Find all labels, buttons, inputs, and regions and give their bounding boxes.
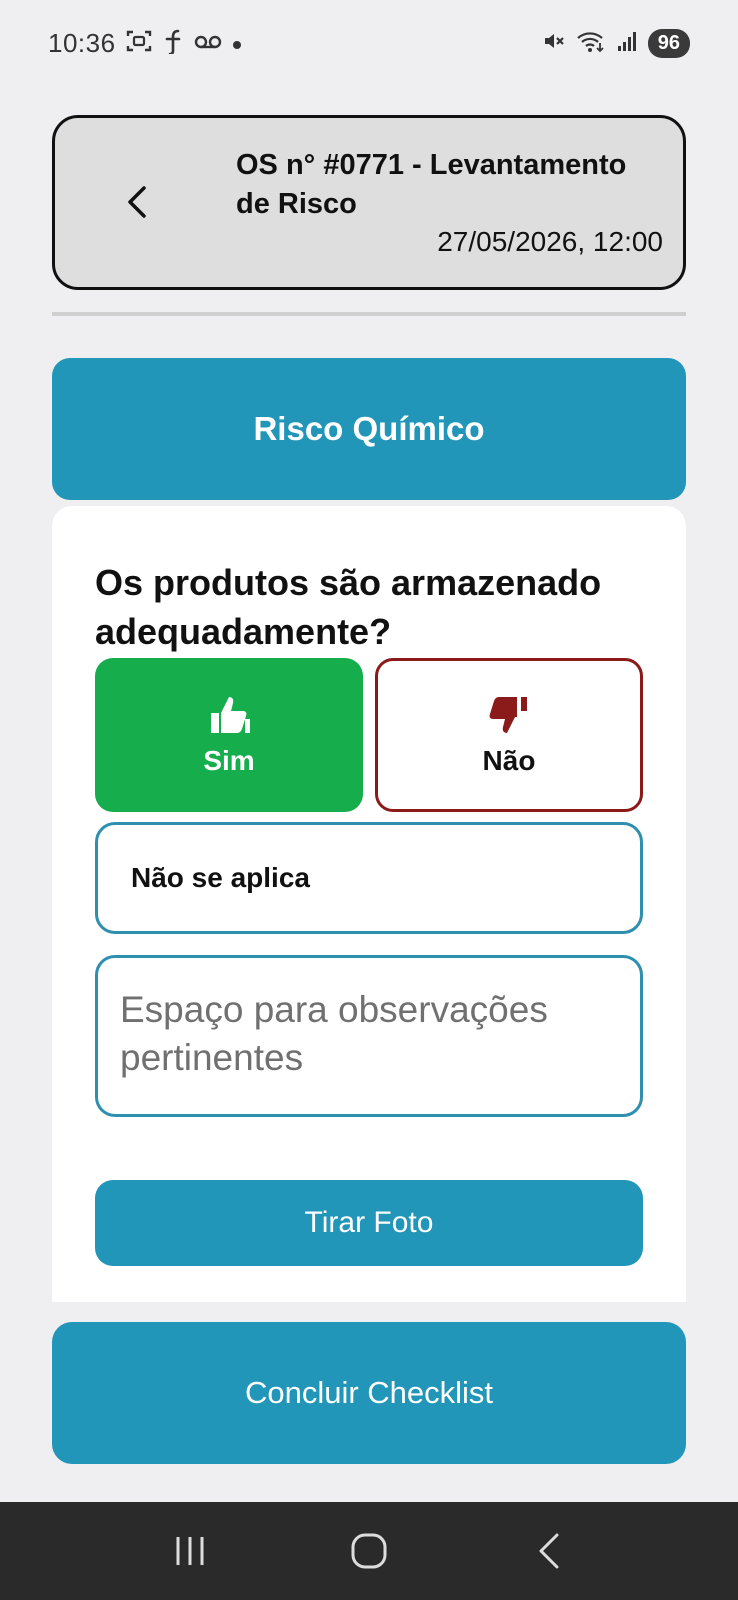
answer-not-applicable-button[interactable]: Não se aplica — [95, 822, 643, 934]
answer-yes-button[interactable]: Sim — [95, 658, 363, 812]
system-nav-bar — [0, 1502, 738, 1600]
back-arrow-icon — [539, 1533, 559, 1569]
observations-field[interactable]: Espaço para observações pertinentes — [95, 955, 643, 1117]
take-photo-button[interactable]: Tirar Foto — [95, 1180, 643, 1266]
home-icon — [351, 1533, 387, 1569]
chevron-left-icon — [128, 186, 146, 218]
thumbs-down-icon — [489, 697, 527, 733]
thumbs-up-icon — [211, 697, 250, 733]
status-bar-right: 96 — [542, 28, 690, 58]
battery-indicator: 96 — [647, 28, 690, 58]
order-title: OS n° #0771 - Levantamento de Risco — [236, 149, 627, 220]
home-button[interactable] — [339, 1521, 399, 1581]
voicemail-icon — [194, 32, 222, 54]
order-datetime: 27/05/2026, 12:00 — [437, 226, 663, 257]
answer-no-label: Não — [482, 745, 536, 776]
signal-icon — [616, 30, 638, 56]
order-header-card: OS n° #0771 - Levantamento de Risco 27/0… — [52, 115, 686, 290]
screenshot-icon — [126, 29, 152, 57]
back-button[interactable] — [115, 180, 159, 224]
status-bar-left: 10:36 — [48, 28, 242, 59]
status-time: 10:36 — [48, 27, 116, 58]
header-divider — [52, 312, 686, 316]
f-icon — [162, 28, 184, 58]
dot-icon — [232, 32, 242, 54]
finish-checklist-button[interactable]: Concluir Checklist — [52, 1322, 686, 1464]
answer-yes-label: Sim — [203, 745, 255, 776]
system-back-button[interactable] — [518, 1521, 578, 1581]
recent-apps-button[interactable] — [160, 1521, 220, 1581]
question-text: Os produtos são armazenado adequadamente… — [95, 562, 602, 652]
mute-icon — [542, 29, 566, 57]
section-risco-quimico[interactable]: Risco Químico — [52, 358, 686, 500]
question-card: Os produtos são armazenado adequadamente… — [52, 506, 686, 1302]
status-bar: 10:36 96 — [0, 0, 738, 86]
wifi-icon — [576, 29, 606, 57]
answer-no-button[interactable]: Não — [375, 658, 643, 812]
recent-apps-icon — [176, 1537, 204, 1565]
